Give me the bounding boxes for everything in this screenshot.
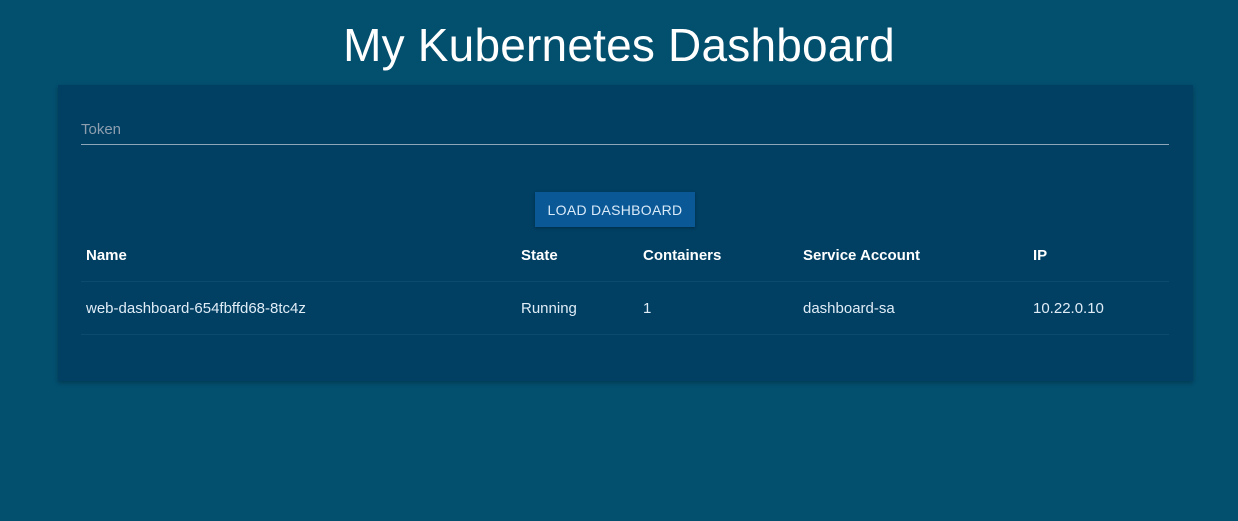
column-header-ip: IP: [1028, 229, 1169, 282]
column-header-containers: Containers: [638, 229, 798, 282]
table-header-row: Name State Containers Service Account IP: [81, 229, 1169, 282]
dashboard-card: LOAD DASHBOARD Name State Containers Ser…: [58, 85, 1193, 381]
column-header-service-account: Service Account: [798, 229, 1028, 282]
pod-state-cell: Running: [516, 281, 638, 335]
token-input[interactable]: [81, 114, 1169, 144]
pod-ip-cell: 10.22.0.10: [1028, 281, 1169, 335]
pod-name-cell: web-dashboard-654fbffd68-8tc4z: [81, 281, 516, 335]
load-dashboard-button[interactable]: LOAD DASHBOARD: [535, 192, 695, 227]
column-header-state: State: [516, 229, 638, 282]
page-title: My Kubernetes Dashboard: [343, 19, 895, 71]
pod-service-account-cell: dashboard-sa: [798, 281, 1028, 335]
pod-containers-cell: 1: [638, 281, 798, 335]
token-field: [81, 114, 1169, 145]
table-row: web-dashboard-654fbffd68-8tc4z Running 1…: [81, 281, 1169, 335]
pods-table: Name State Containers Service Account IP…: [81, 229, 1169, 335]
column-header-name: Name: [81, 229, 516, 282]
